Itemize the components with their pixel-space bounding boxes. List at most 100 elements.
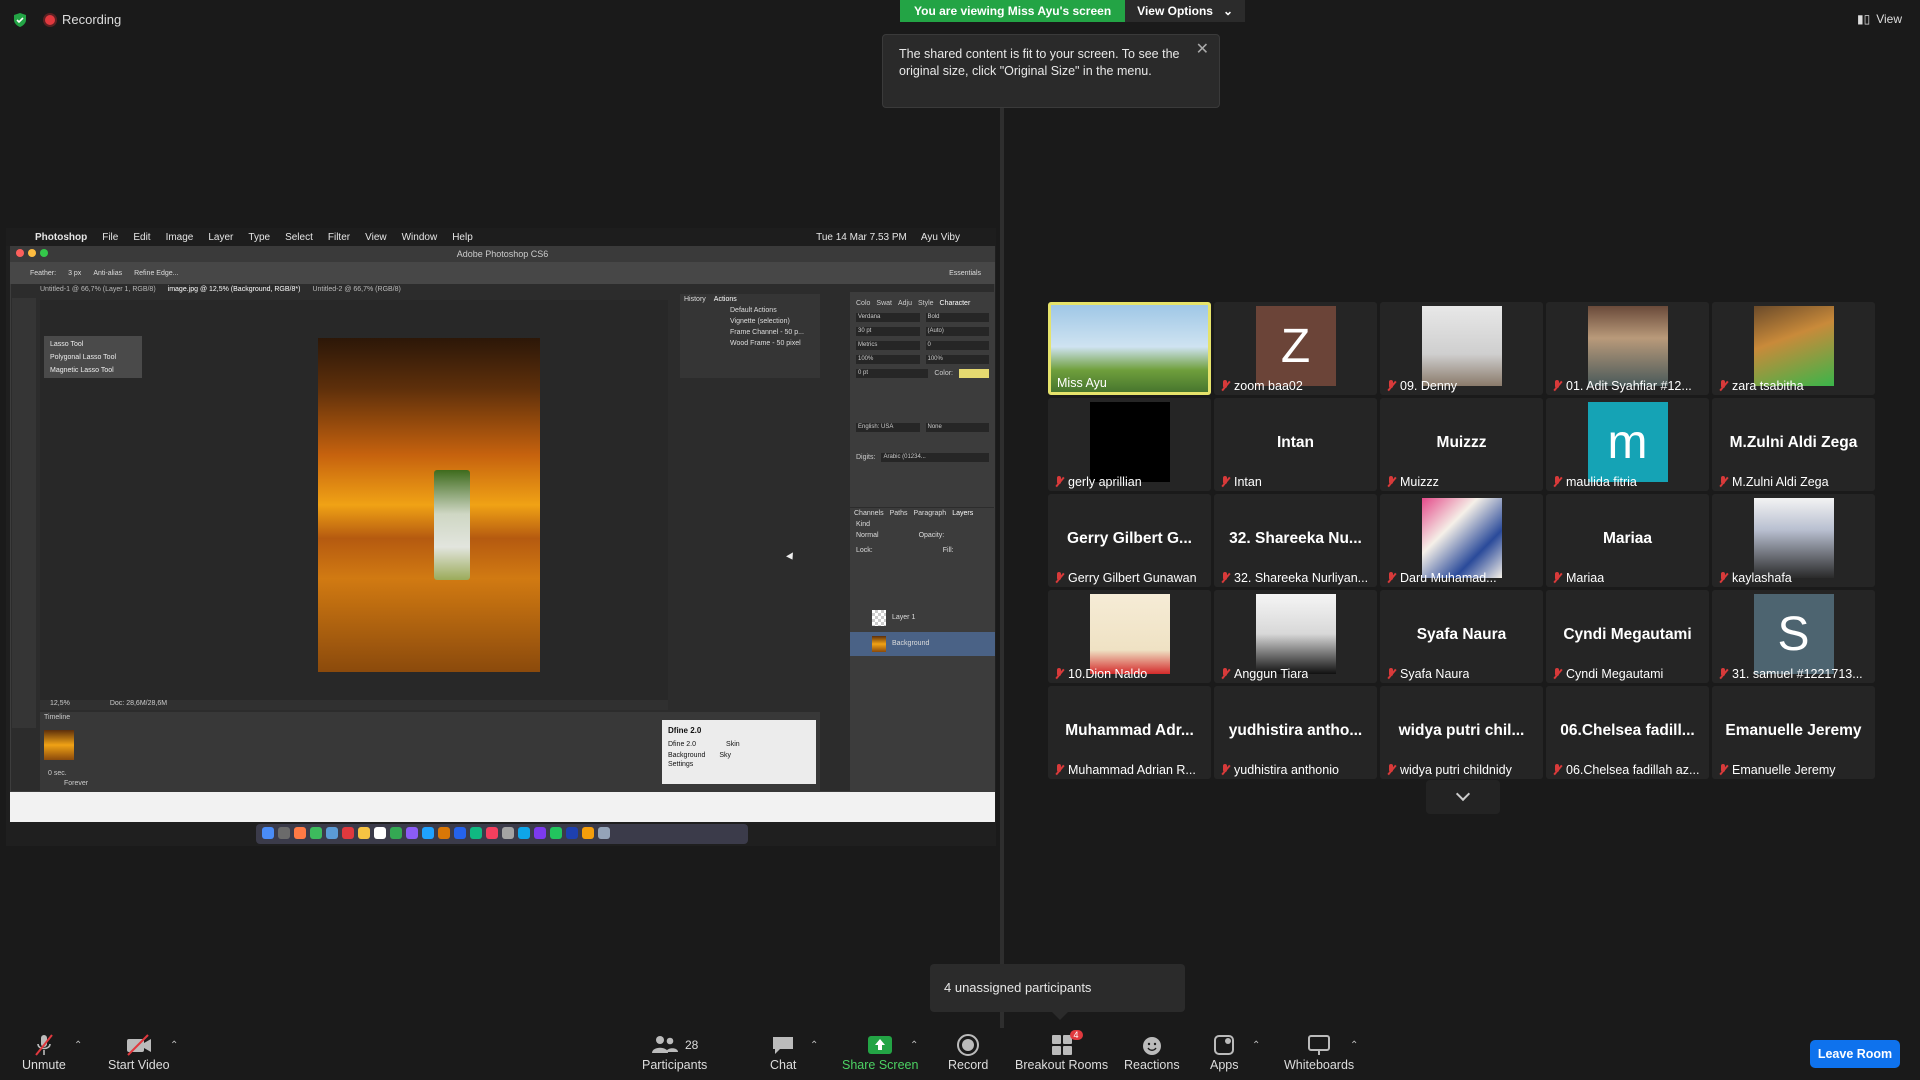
caret-up-icon[interactable]: ⌃ (1350, 1040, 1358, 1051)
participant-tile[interactable]: Intan Intan (1214, 398, 1377, 491)
tab-history: History (684, 296, 706, 303)
caret-up-icon[interactable]: ⌃ (74, 1040, 82, 1051)
participant-tile[interactable]: 32. Shareeka Nu... 32. Shareeka Nurliyan.… (1214, 494, 1377, 587)
lock-label: Lock: (856, 547, 873, 554)
participant-name-label: widya putri childnidy (1400, 763, 1512, 777)
leading-field: (Auto) (925, 326, 989, 336)
participant-tile[interactable]: 06.Chelsea fadill... 06.Chelsea fadillah … (1546, 686, 1709, 779)
participant-tile[interactable]: M.Zulni Aldi Zega M.Zulni Aldi Zega (1712, 398, 1875, 491)
participant-tile[interactable]: Mariaa Mariaa (1546, 494, 1709, 587)
participant-name-label: Mariaa (1566, 571, 1605, 585)
participant-name: Muizzz (1386, 475, 1439, 489)
participant-name: kaylashafa (1718, 571, 1792, 585)
recording-indicator[interactable]: Recording (45, 12, 121, 27)
participant-tile[interactable]: m maulida fitria (1546, 398, 1709, 491)
dock-app-icon (262, 827, 274, 839)
participant-tile[interactable]: widya putri chil... widya putri childnidy (1380, 686, 1543, 779)
participant-tile[interactable]: S 31. samuel #1221713... (1712, 590, 1875, 683)
panel-tab: Adju (897, 299, 912, 307)
browser-strip (10, 792, 995, 822)
participant-tile[interactable]: Miss Ayu (1048, 302, 1211, 395)
participant-tile[interactable]: Muizzz Muizzz (1380, 398, 1543, 491)
participant-tile[interactable]: Gerry Gilbert G... Gerry Gilbert Gunawan (1048, 494, 1211, 587)
view-options-button[interactable]: View Options ⌄ (1125, 0, 1246, 22)
participant-tile[interactable]: gerly aprillian (1048, 398, 1211, 491)
participant-name: zara tsabitha (1718, 379, 1804, 393)
panel-tab: Paths (889, 510, 908, 517)
digits-label: Digits: (856, 453, 876, 461)
breakout-label: Breakout Rooms (1015, 1058, 1109, 1072)
whiteboards-button[interactable]: Whiteboards (1284, 1032, 1354, 1072)
participant-tile[interactable]: Anggun Tiara (1214, 590, 1377, 683)
caret-up-icon[interactable]: ⌃ (170, 1040, 178, 1051)
mic-muted-icon (1718, 668, 1728, 680)
start-video-button[interactable]: Start Video (108, 1032, 170, 1072)
participant-tile[interactable]: Emanuelle Jeremy Emanuelle Jeremy (1712, 686, 1875, 779)
participant-name: yudhistira anthonio (1220, 763, 1339, 777)
participant-name-label: Syafa Naura (1400, 667, 1470, 681)
record-button[interactable]: Record (948, 1032, 988, 1072)
participant-tile[interactable]: Cyndi Megautami Cyndi Megautami (1546, 590, 1709, 683)
caret-up-icon[interactable]: ⌃ (910, 1040, 918, 1051)
start-video-label: Start Video (108, 1058, 170, 1072)
action-item: Wood Frame - 50 pixel (730, 340, 801, 347)
view-button[interactable]: ▮▯ View (1857, 12, 1902, 26)
doc-tab: Untitled-1 @ 66,7% (Layer 1, RGB/8) (40, 286, 156, 293)
caret-up-icon[interactable]: ⌃ (1252, 1040, 1260, 1051)
breakout-rooms-button[interactable]: 4 Breakout Rooms (1015, 1030, 1109, 1072)
menu-item: Window (401, 231, 438, 243)
language-field: English: USA (856, 422, 920, 432)
menu-item: Edit (133, 231, 151, 243)
recording-label: Recording (62, 12, 122, 27)
splitter-handle[interactable] (1000, 108, 1004, 1028)
chat-button[interactable]: Chat (770, 1032, 796, 1072)
mic-muted-icon (31, 1032, 57, 1058)
participants-button[interactable]: 28 Participants (642, 1032, 707, 1072)
mic-muted-icon (1718, 380, 1728, 392)
participant-name-label: Emanuelle Jeremy (1732, 763, 1836, 777)
participant-video (1753, 498, 1834, 578)
menu-item: Layer (208, 231, 234, 243)
participant-name-label: 31. samuel #1221713... (1732, 667, 1863, 681)
participant-name-label: Anggun Tiara (1234, 667, 1309, 681)
close-icon[interactable]: ✕ (1196, 41, 1209, 58)
reactions-button[interactable]: Reactions (1124, 1032, 1180, 1072)
layers-panel: Channels Paths Paragraph Layers Kind Nor… (850, 508, 995, 793)
participant-tile[interactable]: yudhistira antho... yudhistira anthonio (1214, 686, 1377, 779)
apps-label: Apps (1210, 1058, 1239, 1072)
unassigned-notice[interactable]: 4 unassigned participants (930, 964, 1185, 1020)
document-tabs: Untitled-1 @ 66,7% (Layer 1, RGB/8) imag… (40, 286, 680, 296)
caret-up-icon[interactable]: ⌃ (810, 1040, 818, 1051)
participant-display-name: Muizzz (1436, 434, 1487, 451)
participant-tile[interactable]: Daru Muhamad... (1380, 494, 1543, 587)
dock-app-icon (422, 827, 434, 839)
participant-tile[interactable]: Zzoom baa02 (1214, 302, 1377, 395)
participant-tile[interactable]: Muhammad Adr... Muhammad Adrian R... (1048, 686, 1211, 779)
apps-button[interactable]: Apps (1210, 1032, 1239, 1072)
participant-name-label: M.Zulni Aldi Zega (1732, 475, 1829, 489)
participant-name-label: zoom baa02 (1234, 379, 1303, 393)
leave-room-button[interactable]: Leave Room (1810, 1040, 1900, 1068)
participant-name: 06.Chelsea fadillah az... (1552, 763, 1699, 777)
gallery-next-button[interactable] (1426, 780, 1500, 814)
mic-muted-icon (1552, 764, 1562, 776)
chat-label: Chat (770, 1058, 797, 1072)
shield-icon[interactable] (12, 12, 28, 28)
participant-tile[interactable]: 01. Adit Syahfiar #12... (1546, 302, 1709, 395)
dock-app-icon (358, 827, 370, 839)
participant-tile[interactable]: Syafa Naura Syafa Naura (1380, 590, 1543, 683)
participant-tile[interactable]: 10.Dion Naldo (1048, 590, 1211, 683)
participant-tile[interactable]: zara tsabitha (1712, 302, 1875, 395)
participant-display-name: Emanuelle Jeremy (1725, 722, 1862, 739)
participant-tile[interactable]: kaylashafa (1712, 494, 1875, 587)
participant-name-label: gerly aprillian (1068, 475, 1142, 489)
menu-item: Help (452, 231, 473, 243)
record-dot-icon (45, 14, 55, 25)
meeting-toolbar: Unmute ⌃ Start Video ⌃ 28 Participants C… (0, 1020, 1920, 1080)
color-swatch (959, 368, 989, 378)
participant-tile[interactable]: 09. Denny (1380, 302, 1543, 395)
participant-name: Cyndi Megautami (1552, 667, 1663, 681)
dfine-cell: Dfine 2.0 (668, 741, 697, 748)
share-screen-button[interactable]: Share Screen (842, 1032, 918, 1072)
unmute-button[interactable]: Unmute (22, 1032, 66, 1072)
